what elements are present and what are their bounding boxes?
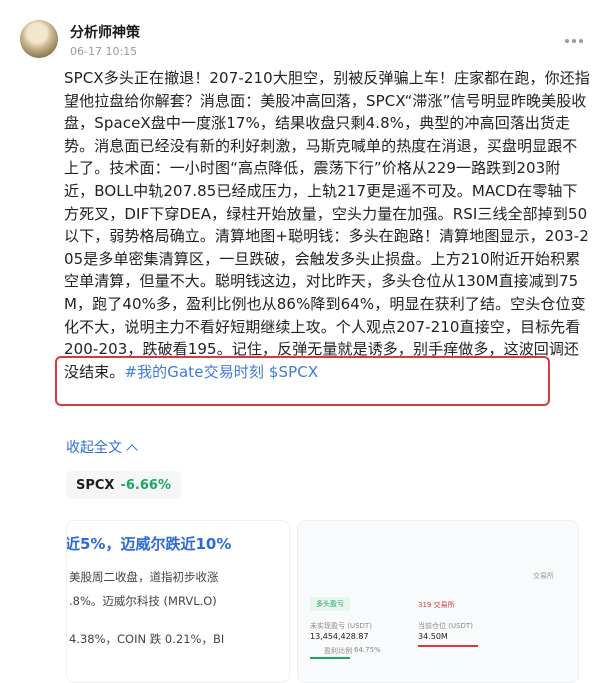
news-card[interactable]: 近5%，迈威尔跌近10% 美股周二收盘，道指初步收涨 .8%。迈威尔科技 (MR… xyxy=(66,520,290,683)
exchange-bar xyxy=(418,645,478,647)
data-corner-label: 交易所 xyxy=(533,572,554,580)
collapse-button[interactable]: 收起全文 xyxy=(66,437,138,457)
post-body: SPCX多头正在撤退！207-210大胆空，别被反弹骗上车！庄家都在跑，你还指望… xyxy=(64,67,590,383)
data-card[interactable]: 交易所 多头盈亏 319 交易所 未实现盈亏 (USDT) 13,454,428… xyxy=(297,520,579,683)
author-name[interactable]: 分析师神策 xyxy=(70,22,140,42)
unrealized-label: 未实现盈亏 (USDT) xyxy=(310,622,372,630)
post-text: SPCX多头正在撤退！207-210大胆空，别被反弹骗上车！庄家都在跑，你还指望… xyxy=(64,69,590,381)
more-options-icon[interactable] xyxy=(561,31,587,51)
ratio-label: 盈利比例 xyxy=(324,647,352,655)
data-badge-exchange: 319 交易所 xyxy=(418,601,455,609)
news-headline: 近5%，迈威尔跌近10% xyxy=(66,535,232,553)
data-badge-long: 多头盈亏 xyxy=(310,597,350,611)
chevron-up-icon xyxy=(126,444,138,456)
current-label: 当前仓位 (USDT) xyxy=(418,622,473,630)
ticker-chip[interactable]: SPCX -6.66% xyxy=(66,471,181,499)
long-bar xyxy=(310,657,350,659)
current-value: 34.50M xyxy=(418,632,448,641)
news-line: 美股周二收盘，道指初步收涨 xyxy=(69,570,219,584)
collapse-label: 收起全文 xyxy=(66,440,122,456)
news-line: .8%。迈威尔科技 (MRVL.O) xyxy=(69,594,217,608)
post-hashtag[interactable]: #我的Gate交易时刻 $SPCX xyxy=(124,363,318,381)
ticker-symbol: SPCX xyxy=(76,477,115,493)
post-time: 06-17 10:15 xyxy=(70,45,138,58)
ratio-value: 64.75% xyxy=(354,646,381,654)
unrealized-value: 13,454,428.87 xyxy=(310,632,369,641)
news-line: 4.38%，COIN 跌 0.21%，BI xyxy=(69,632,225,646)
author-avatar[interactable] xyxy=(20,20,58,58)
ticker-change: -6.66% xyxy=(120,477,171,493)
